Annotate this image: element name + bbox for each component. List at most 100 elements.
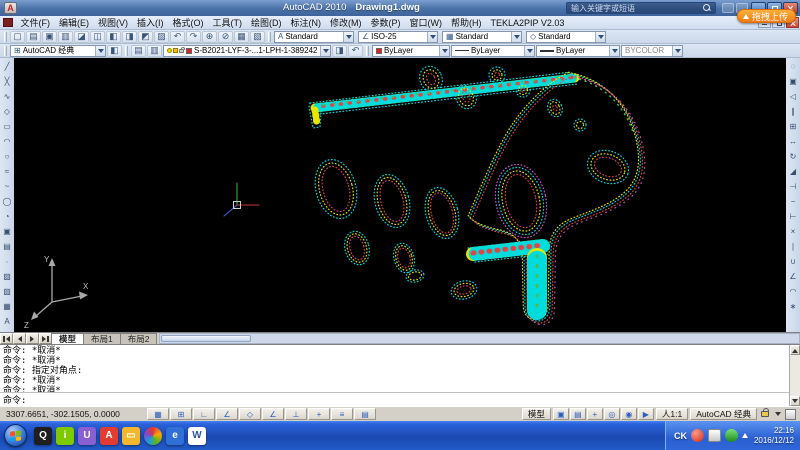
workspace-dropdown[interactable]: ⊞ AutoCAD 经典	[10, 45, 106, 57]
tray-app-icon[interactable]	[691, 429, 704, 442]
ie-icon[interactable]: e	[166, 427, 184, 445]
ellipse-icon[interactable]: ◯	[1, 194, 14, 209]
zoom-status-icon[interactable]: ◎	[604, 408, 620, 420]
gradient-icon[interactable]: ▧	[1, 284, 14, 299]
command-prompt[interactable]: 命令:	[0, 392, 789, 406]
snap-toggle[interactable]: ▦	[147, 408, 169, 420]
save-icon[interactable]: ▣	[42, 31, 57, 43]
menu-item[interactable]: 编辑(E)	[55, 16, 94, 29]
construction-line-icon[interactable]: ╳	[1, 74, 14, 89]
polyline-icon[interactable]: ∿	[1, 89, 14, 104]
publish-icon[interactable]: ◫	[90, 31, 105, 43]
rectangle-icon[interactable]: ▭	[1, 119, 14, 134]
mirror-icon[interactable]: ◁	[787, 89, 800, 104]
chevron-down-icon[interactable]	[511, 32, 521, 42]
copy-icon[interactable]: ▣	[787, 74, 800, 89]
multiline-text-icon[interactable]: A	[1, 314, 14, 329]
iqiyi-icon[interactable]: i	[56, 427, 74, 445]
browser-icon[interactable]	[144, 427, 162, 445]
workspace-settings-icon[interactable]: ◧	[107, 45, 122, 57]
erase-icon[interactable]: ◌	[787, 59, 800, 74]
chevron-down-icon[interactable]	[320, 46, 330, 56]
match-properties-icon[interactable]: ▨	[154, 31, 169, 43]
scroll-up-button[interactable]	[790, 345, 800, 355]
cut-icon[interactable]: ◧	[106, 31, 121, 43]
array-icon[interactable]: ⊞	[787, 119, 800, 134]
chevron-down-icon[interactable]	[343, 32, 353, 42]
stretch-icon[interactable]: ⊣	[787, 179, 800, 194]
menu-item[interactable]: 文件(F)	[16, 16, 55, 29]
layer-freeze-icon[interactable]	[173, 48, 178, 53]
word-icon[interactable]: W	[188, 427, 206, 445]
coordinate-display[interactable]: 3307.6651, -302.1505, 0.0000	[3, 409, 145, 419]
zoom-window-icon[interactable]: ▦	[234, 31, 249, 43]
tray-tool-icon[interactable]	[708, 429, 721, 442]
top-bar-shape[interactable]	[309, 72, 578, 128]
point-icon[interactable]: ∙	[1, 254, 14, 269]
menu-item[interactable]: TEKLA2PIP V2.03	[486, 16, 569, 29]
layout-tab[interactable]: 布局2	[120, 333, 158, 344]
command-history[interactable]: 命令: *取消* 命令: *取消* 命令: 指定对角点: 命令: *取消* 命令…	[0, 345, 789, 392]
scrollbar-track[interactable]	[790, 355, 800, 396]
copy-clip-icon[interactable]: ◨	[122, 31, 137, 43]
drawing-canvas[interactable]: Y X Z	[14, 58, 786, 332]
input-method-indicator[interactable]: CK	[674, 431, 687, 441]
pan-status-icon[interactable]: +	[587, 408, 603, 420]
osnap-toggle[interactable]: ◇	[239, 408, 261, 420]
table-style-dropdown[interactable]: ▦ Standard	[442, 31, 522, 43]
chevron-down-icon[interactable]	[439, 46, 449, 56]
autocad-logo-icon[interactable]: A	[4, 2, 17, 14]
reader-icon[interactable]: A	[100, 427, 118, 445]
workspace-switch-button[interactable]: AutoCAD 经典	[690, 408, 757, 420]
next-tab-button[interactable]	[26, 333, 39, 344]
hatch-icon[interactable]: ▨	[1, 269, 14, 284]
qq-icon[interactable]: Q	[34, 427, 52, 445]
undo-icon[interactable]: ↶	[170, 31, 185, 43]
scroll-down-button[interactable]	[790, 396, 800, 406]
scrollbar-thumb[interactable]	[161, 335, 251, 342]
spline-icon[interactable]: ~	[1, 179, 14, 194]
chevron-down-icon[interactable]	[524, 46, 534, 56]
toolbar-grip[interactable]	[366, 46, 369, 56]
layer-previous-icon[interactable]: ↶	[348, 45, 363, 57]
toolbar-grip[interactable]	[125, 46, 128, 56]
prev-tab-button[interactable]	[13, 333, 26, 344]
properties-icon[interactable]: ▧	[250, 31, 265, 43]
menu-item[interactable]: 参数(P)	[366, 16, 405, 29]
layer-on-icon[interactable]	[167, 48, 172, 53]
quick-view-drawings-icon[interactable]: ▤	[570, 408, 586, 420]
arc-icon[interactable]: ◠	[1, 134, 14, 149]
qnew-icon[interactable]: ▢	[10, 31, 25, 43]
trim-icon[interactable]: −	[787, 194, 800, 209]
move-icon[interactable]: ↔	[787, 134, 800, 149]
circle-icon[interactable]: ○	[1, 149, 14, 164]
first-tab-button[interactable]	[0, 333, 13, 344]
communication-center-icon[interactable]	[722, 3, 734, 13]
chevron-down-icon[interactable]	[95, 46, 105, 56]
menu-item[interactable]: 修改(M)	[326, 16, 367, 29]
command-scrollbar[interactable]	[789, 345, 800, 406]
revision-cloud-icon[interactable]: ≈	[1, 164, 14, 179]
clean-screen-button[interactable]	[785, 409, 796, 420]
lock-icon[interactable]	[761, 411, 769, 417]
menu-item[interactable]: 标注(N)	[286, 16, 326, 29]
tray-safety-icon[interactable]	[725, 429, 738, 442]
pan-realtime-icon[interactable]: ⊕	[202, 31, 217, 43]
multileader-style-dropdown[interactable]: ◇ Standard	[526, 31, 606, 43]
layer-dropdown[interactable]: S-B2021-LYF-3-...1-LPH-1-389242	[163, 45, 331, 57]
ducs-toggle[interactable]: ⊥	[285, 408, 307, 420]
status-menu-chevron-icon[interactable]	[775, 412, 781, 419]
hidden-icons-arrow[interactable]	[742, 430, 748, 438]
layer-properties-icon[interactable]: ▤	[131, 45, 146, 57]
line-tool-icon[interactable]: ╱	[1, 59, 14, 74]
make-block-icon[interactable]: ▤	[1, 239, 14, 254]
quick-properties-toggle[interactable]: ▤	[354, 408, 376, 420]
text-style-dropdown[interactable]: A Standard	[274, 31, 354, 43]
plot-icon[interactable]: ▥	[58, 31, 73, 43]
layout-tab[interactable]: 布局1	[83, 333, 121, 344]
chamfer-icon[interactable]: ∠	[787, 269, 800, 284]
taskbar-clock[interactable]: 22:16 2016/12/12	[754, 426, 794, 445]
redo-icon[interactable]: ↷	[186, 31, 201, 43]
zoom-realtime-icon[interactable]: ⊘	[218, 31, 233, 43]
model-space-button[interactable]: 模型	[522, 408, 551, 420]
